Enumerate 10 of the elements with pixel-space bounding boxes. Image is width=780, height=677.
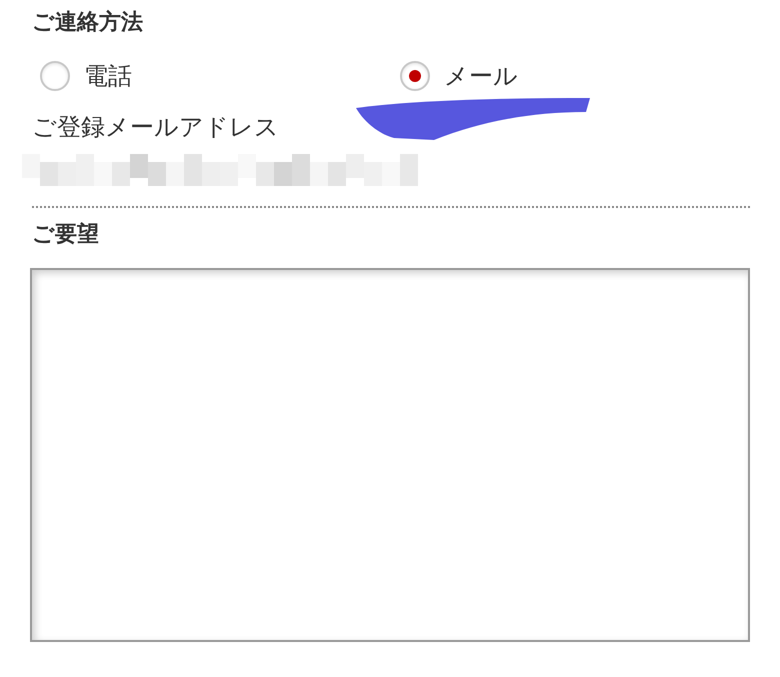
section-heading: ご要望	[32, 221, 100, 249]
radio-button[interactable]	[40, 61, 70, 91]
field-label: ご登録メールアドレス	[32, 112, 279, 143]
radio-label: メール	[444, 61, 518, 92]
radio-button[interactable]	[400, 61, 430, 91]
request-textarea[interactable]	[30, 268, 750, 642]
radio-label: 電話	[84, 61, 132, 92]
radio-option[interactable]: 電話	[40, 60, 132, 92]
section-heading: ご連絡方法	[32, 8, 144, 37]
radio-option[interactable]: メール	[400, 60, 518, 92]
